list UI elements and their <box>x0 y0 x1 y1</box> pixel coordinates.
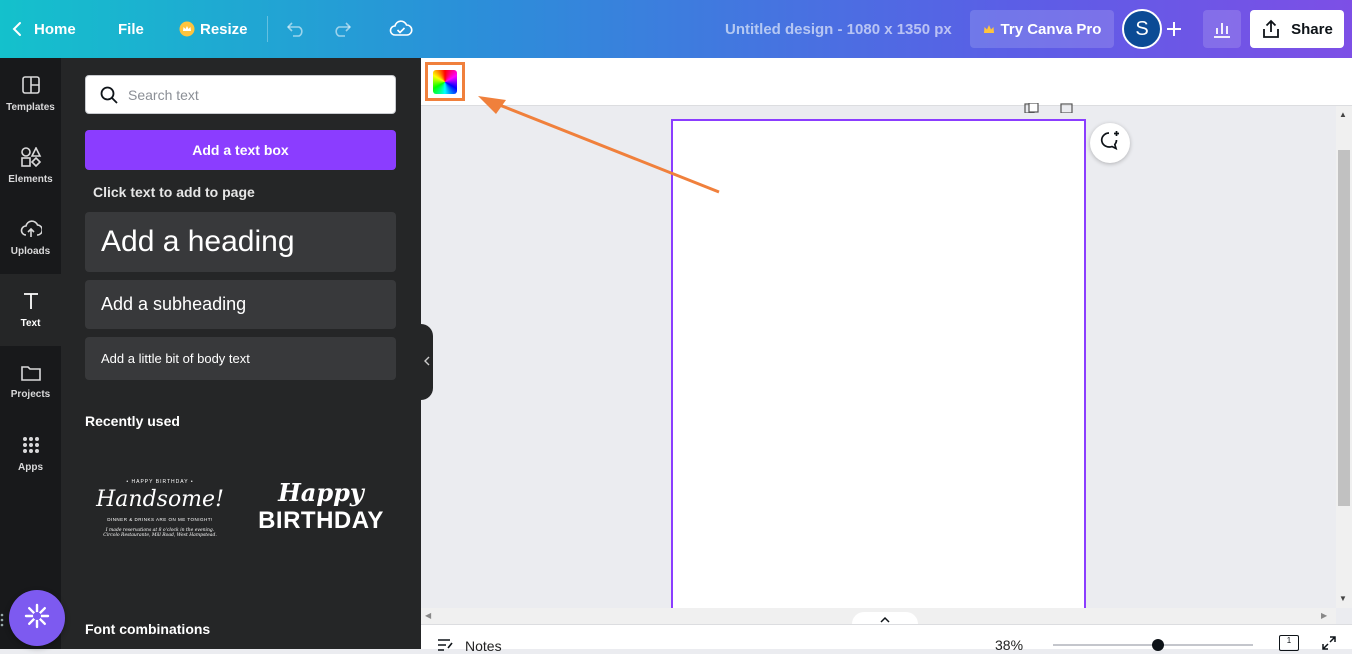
nav-label: Apps <box>18 462 43 473</box>
templates-icon <box>21 75 41 102</box>
avatar[interactable]: S <box>1122 9 1162 49</box>
recent-line-3: Circolo Restaurante, Mill Road, West Ham… <box>103 533 217 538</box>
nav-uploads[interactable]: Uploads <box>0 202 61 274</box>
recent-happy-script: Happy <box>278 478 364 507</box>
nav-label: Uploads <box>10 246 51 257</box>
fullscreen-button[interactable] <box>1321 635 1337 654</box>
redo-button[interactable] <box>331 0 353 58</box>
add-subheading-button[interactable]: Add a subheading <box>85 280 396 329</box>
zoom-slider-knob[interactable] <box>1152 639 1164 651</box>
plus-icon <box>1164 19 1184 39</box>
comment-plus-icon <box>1099 130 1121 157</box>
resize-button[interactable]: Resize <box>179 0 248 58</box>
design-title[interactable]: Untitled design - 1080 x 1350 px <box>725 0 952 58</box>
recent-small-top: • HAPPY BIRTHDAY • <box>126 479 194 485</box>
text-icon <box>21 291 41 318</box>
add-comment-button[interactable] <box>1090 123 1130 163</box>
chevron-left-icon <box>10 21 24 37</box>
search-input[interactable] <box>128 76 388 113</box>
scroll-right-icon[interactable]: ▶ <box>1321 611 1327 620</box>
nav-projects[interactable]: Projects <box>0 346 61 418</box>
bottom-bar: Notes 38% 1 <box>421 624 1352 654</box>
home-label: Home <box>34 20 76 38</box>
redo-icon <box>331 21 353 37</box>
annotation-arrow <box>478 96 720 194</box>
resize-label: Resize <box>200 20 248 38</box>
file-menu[interactable]: File <box>118 0 144 58</box>
duplicate-page-icon[interactable] <box>1024 100 1040 118</box>
magic-assistant-button[interactable] <box>9 590 65 646</box>
text-panel: Add a text box Click text to add to page… <box>61 58 421 649</box>
search-icon <box>100 86 118 109</box>
cloud-save-button[interactable] <box>389 0 413 58</box>
divider <box>267 16 268 42</box>
undo-button[interactable] <box>285 0 307 58</box>
nav-label: Elements <box>8 174 53 185</box>
apps-icon <box>21 435 41 462</box>
zoom-percentage[interactable]: 38% <box>995 637 1023 653</box>
nav-elements[interactable]: Elements <box>0 130 61 202</box>
share-icon <box>1261 19 1281 39</box>
share-label: Share <box>1291 20 1333 38</box>
color-picker-button[interactable] <box>433 69 457 94</box>
scroll-down-icon[interactable]: ▼ <box>1339 594 1347 603</box>
nav-apps[interactable]: Apps <box>0 418 61 490</box>
left-nav: Templates Elements Uploads Text Projects… <box>0 58 61 649</box>
sparkle-icon <box>24 603 50 634</box>
elements-icon <box>20 146 42 174</box>
color-picker-highlight <box>425 62 465 101</box>
design-page[interactable] <box>671 119 1086 619</box>
nav-label: Templates <box>6 102 55 113</box>
recent-birthday-text: BIRTHDAY <box>258 507 384 534</box>
recent-line-1: DINNER & DRINKS ARE ON ME TONIGHT! <box>107 517 213 522</box>
add-heading-button[interactable]: Add a heading <box>85 212 396 272</box>
add-body-text-button[interactable]: Add a little bit of body text <box>85 337 396 380</box>
home-button[interactable]: Home <box>10 0 76 58</box>
chevron-left-icon <box>423 353 431 371</box>
recent-template-handsome[interactable]: • HAPPY BIRTHDAY • Handsome! DINNER & DR… <box>85 463 235 573</box>
scrollbar-thumb[interactable] <box>1338 150 1350 506</box>
click-text-hint: Click text to add to page <box>93 184 255 200</box>
file-label: File <box>118 20 144 38</box>
recently-used-title: Recently used <box>85 413 180 429</box>
crown-icon <box>983 24 995 34</box>
recent-script-text: Handsome! <box>96 487 224 512</box>
expand-icon <box>1321 636 1337 654</box>
notes-label: Notes <box>465 637 502 654</box>
scroll-up-icon[interactable]: ▲ <box>1339 110 1347 119</box>
share-button[interactable]: Share <box>1250 10 1344 48</box>
nav-templates[interactable]: Templates <box>0 58 61 130</box>
top-bar: Home File Resize Untitled design - 1080 … <box>0 0 1352 58</box>
notes-button[interactable]: Notes <box>437 637 502 654</box>
insights-button[interactable] <box>1203 10 1241 48</box>
font-combinations-title: Font combinations <box>85 621 211 637</box>
bar-chart-icon <box>1212 20 1232 38</box>
try-pro-label: Try Canva Pro <box>1000 20 1102 38</box>
projects-icon <box>20 364 42 389</box>
try-canva-pro-button[interactable]: Try Canva Pro <box>970 10 1114 48</box>
cloud-check-icon <box>389 19 413 39</box>
collapse-panel-button[interactable] <box>421 324 433 400</box>
scroll-left-icon[interactable]: ◀ <box>425 611 431 620</box>
recent-template-happy-birthday[interactable]: Happy BIRTHDAY <box>251 478 391 578</box>
uploads-icon <box>20 219 43 246</box>
add-text-box-button[interactable]: Add a text box <box>85 130 396 170</box>
vertical-scrollbar[interactable]: ▲ ▼ <box>1336 106 1352 608</box>
search-box <box>85 75 396 114</box>
nav-text[interactable]: Text <box>0 274 61 346</box>
zoom-slider[interactable] <box>1053 639 1253 651</box>
drag-handle[interactable] <box>0 612 6 628</box>
notes-icon <box>437 637 455 654</box>
undo-icon <box>285 21 307 37</box>
nav-label: Text <box>20 318 41 329</box>
add-page-icon[interactable] <box>1060 100 1074 118</box>
nav-label: Projects <box>10 389 51 400</box>
add-collaborator-button[interactable] <box>1164 0 1184 58</box>
crown-icon <box>179 21 195 37</box>
